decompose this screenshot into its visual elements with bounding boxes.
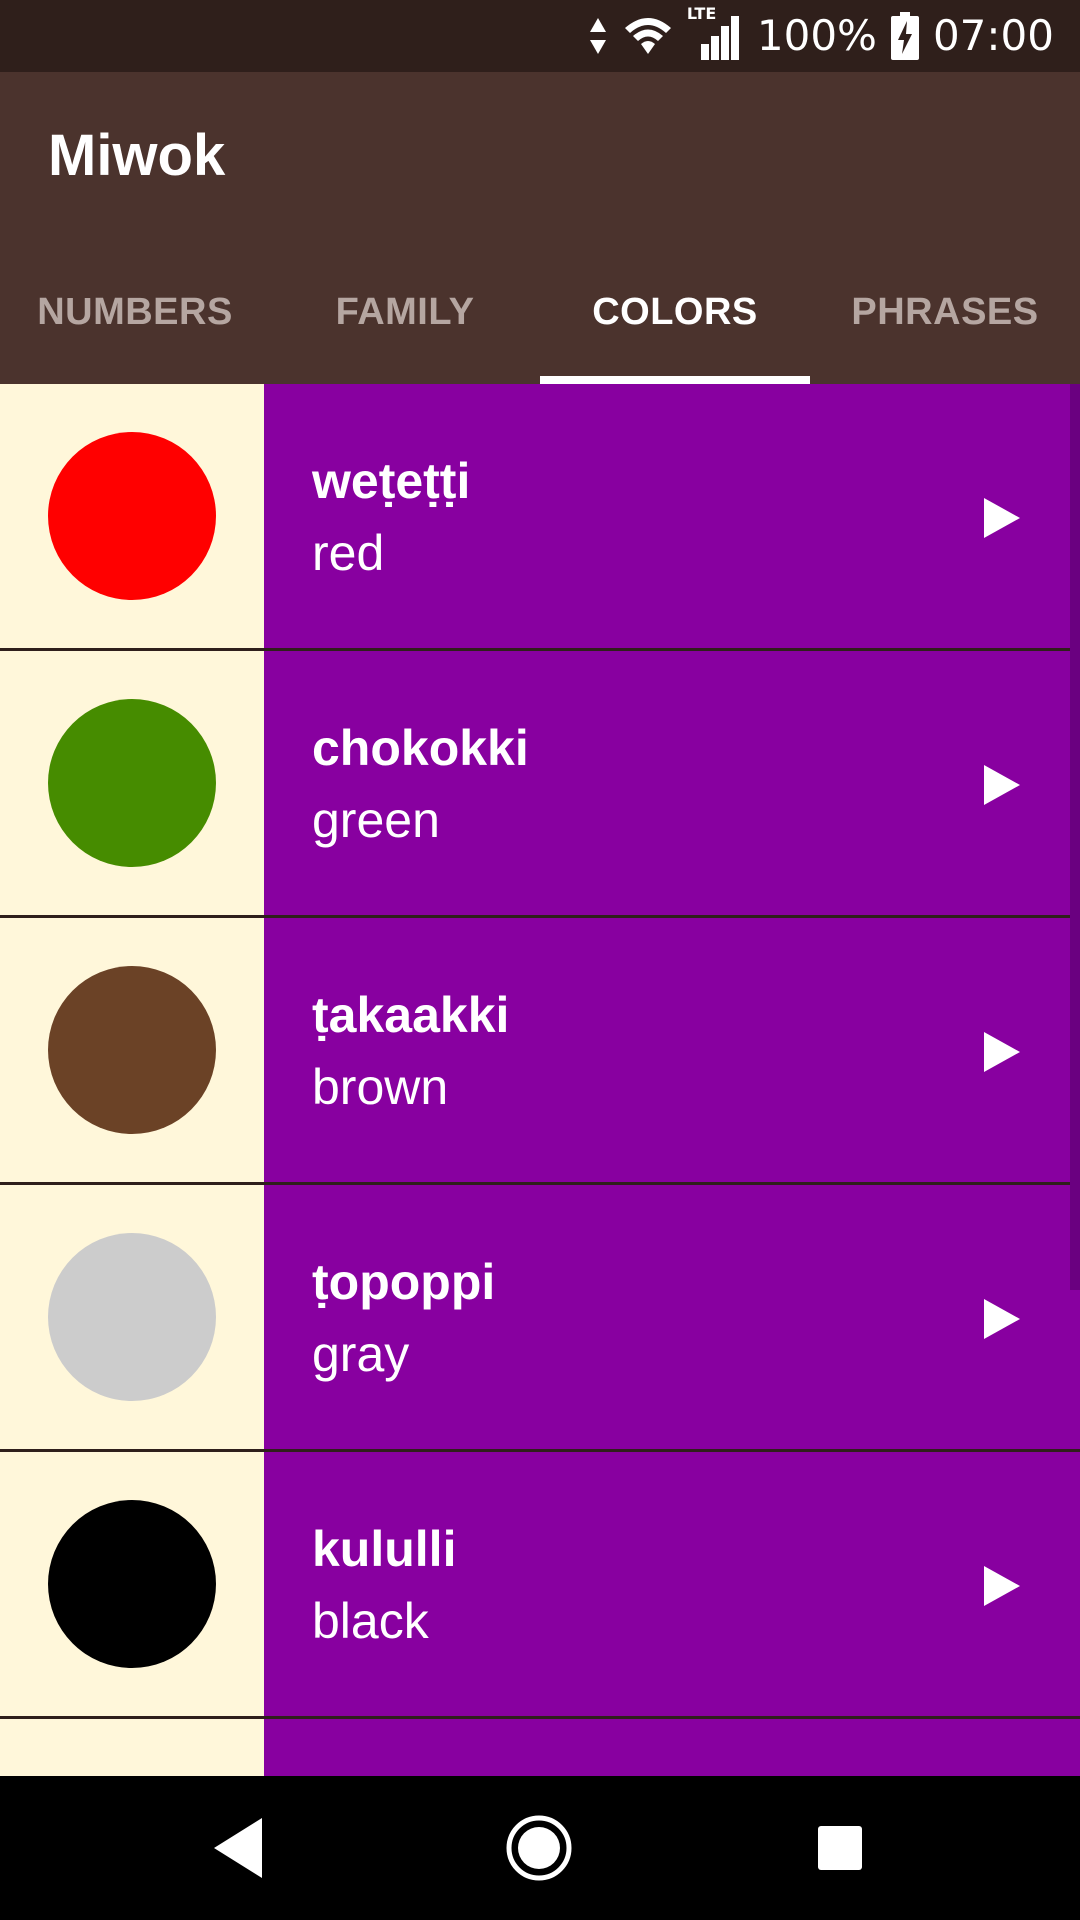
play-icon[interactable] (982, 1030, 1022, 1074)
word-list[interactable]: weṭeṭṭi red chokokki green ṭakaakki brow… (0, 384, 1080, 1776)
battery-percentage: 100% (756, 11, 877, 60)
tab-bar: NUMBERS FAMILY COLORS PHRASES (0, 240, 1080, 384)
status-bar: LTE 100% 07:00 (0, 0, 1080, 72)
word-text-container[interactable]: kululli black (264, 1452, 1080, 1716)
home-icon[interactable] (499, 1808, 579, 1888)
color-swatch-container (0, 384, 264, 648)
word-text-container[interactable]: ṭakaakki brown (264, 918, 1080, 1182)
app-bar: Miwok NUMBERS FAMILY COLORS PHRASES (0, 72, 1080, 384)
list-item-partial[interactable] (0, 1719, 1080, 1776)
list-item[interactable]: chokokki green (0, 651, 1080, 918)
play-icon[interactable] (982, 1297, 1022, 1341)
data-arrows-icon (589, 18, 606, 54)
miwok-translation: kululli (312, 1521, 457, 1577)
lte-signal: LTE (687, 4, 743, 62)
wifi-icon (624, 18, 671, 54)
color-swatch-container (0, 918, 264, 1182)
default-translation: black (312, 1593, 429, 1649)
color-swatch (48, 432, 216, 600)
tab-colors[interactable]: COLORS (540, 240, 810, 384)
default-translation: green (312, 792, 440, 848)
list-item[interactable]: ṭakaakki brown (0, 918, 1080, 1185)
default-translation: gray (312, 1326, 410, 1382)
battery-charging-icon (890, 12, 919, 60)
color-swatch-container (0, 651, 264, 915)
word-text-container[interactable] (264, 1719, 1080, 1776)
recents-icon[interactable] (800, 1808, 880, 1888)
color-swatch-container (0, 1452, 264, 1716)
lte-signal-icon (700, 16, 739, 60)
color-swatch (48, 966, 216, 1134)
play-icon[interactable] (982, 763, 1022, 807)
default-translation: red (312, 525, 385, 581)
color-swatch-container (0, 1185, 264, 1449)
clock: 07:00 (932, 11, 1054, 60)
list-scrollbar[interactable] (1070, 384, 1080, 1290)
miwok-translation: ṭakaakki (312, 987, 510, 1043)
tab-numbers[interactable]: NUMBERS (0, 240, 270, 384)
word-text-container[interactable]: weṭeṭṭi red (264, 384, 1080, 648)
word-text-container[interactable]: chokokki green (264, 651, 1080, 915)
list-item[interactable]: kululli black (0, 1452, 1080, 1719)
list-item[interactable]: weṭeṭṭi red (0, 384, 1080, 651)
color-swatch (48, 1233, 216, 1401)
miwok-translation: chokokki (312, 720, 529, 776)
color-swatch-container (0, 1719, 264, 1776)
tab-family[interactable]: FAMILY (270, 240, 540, 384)
word-text-container[interactable]: ṭopoppi gray (264, 1185, 1080, 1449)
miwok-translation: weṭeṭṭi (312, 453, 471, 509)
color-swatch (48, 1500, 216, 1668)
app-screen: LTE 100% 07:00 Miwok NUMBERS FAMILY COLO… (0, 0, 1080, 1920)
app-title: Miwok (48, 123, 226, 188)
miwok-translation: ṭopoppi (312, 1254, 496, 1310)
color-swatch (48, 699, 216, 867)
navigation-bar (0, 1776, 1080, 1920)
default-translation: brown (312, 1059, 449, 1115)
tab-phrases[interactable]: PHRASES (810, 240, 1080, 384)
play-icon[interactable] (982, 1564, 1022, 1608)
list-item[interactable]: ṭopoppi gray (0, 1185, 1080, 1452)
play-icon[interactable] (982, 496, 1022, 540)
back-icon[interactable] (200, 1808, 280, 1888)
